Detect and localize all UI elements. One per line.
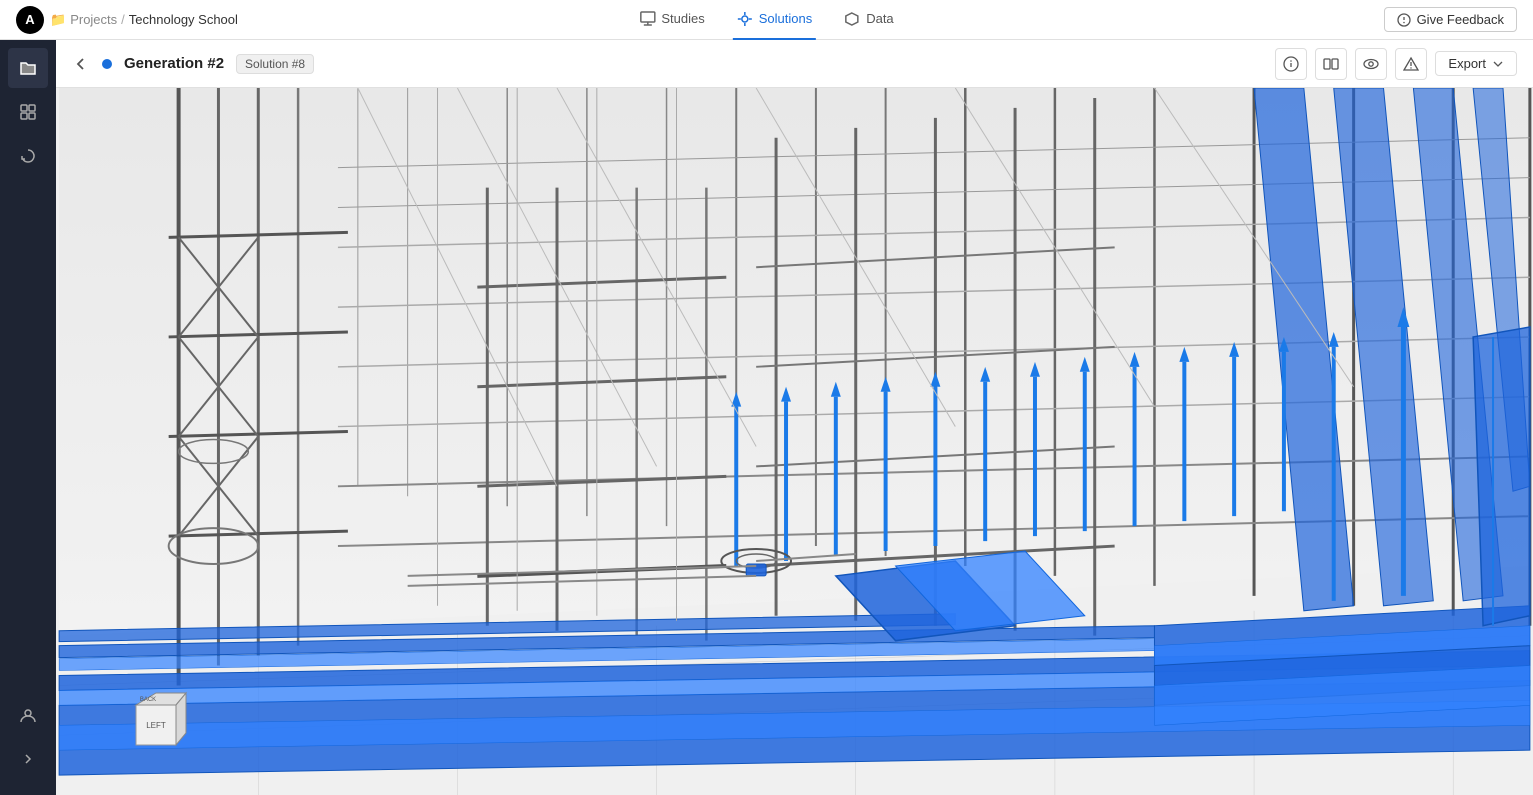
sub-header-actions: Export: [1275, 48, 1517, 80]
generation-status-dot: [102, 59, 112, 69]
info-button[interactable]: [1275, 48, 1307, 80]
export-chevron-icon: [1492, 58, 1504, 70]
sidebar-item-folder[interactable]: [8, 48, 48, 88]
refresh-icon: [19, 147, 37, 165]
svg-text:LEFT: LEFT: [146, 721, 166, 730]
tab-solutions[interactable]: Solutions: [733, 0, 816, 40]
folder-icon: 📁: [50, 12, 66, 28]
tab-studies-label: Studies: [661, 11, 704, 26]
back-button[interactable]: [72, 55, 90, 73]
data-icon: [844, 11, 860, 27]
compare-button[interactable]: [1315, 48, 1347, 80]
sub-header: Generation #2 Solution #8: [56, 40, 1533, 88]
give-feedback-button[interactable]: Give Feedback: [1384, 7, 1517, 32]
sidebar: [0, 40, 56, 795]
top-navigation: A 📁 Projects / Technology School Studies: [0, 0, 1533, 40]
viewport-canvas: LEFT BACK: [56, 88, 1533, 795]
feedback-icon: [1397, 13, 1411, 27]
sidebar-item-refresh[interactable]: [8, 136, 48, 176]
user-icon: [19, 706, 37, 724]
3d-viewport[interactable]: LEFT BACK: [56, 88, 1533, 795]
chevron-right-icon: [20, 751, 36, 767]
breadcrumb: 📁 Projects / Technology School: [50, 12, 238, 28]
3d-scene: [56, 88, 1533, 795]
grid-icon: [19, 103, 37, 121]
warning-button[interactable]: [1395, 48, 1427, 80]
export-label: Export: [1448, 56, 1486, 71]
eye-icon: [1363, 56, 1379, 72]
generation-title: Generation #2: [124, 55, 224, 72]
tab-data-label: Data: [866, 11, 893, 26]
autodesk-logo: A: [16, 6, 44, 34]
content-panel: Generation #2 Solution #8: [56, 40, 1533, 795]
sidebar-bottom: [8, 695, 48, 787]
folder-icon: [19, 59, 37, 77]
solution-badge: Solution #8: [236, 54, 314, 74]
arrow-left-icon: [72, 55, 90, 73]
studies-icon: [639, 11, 655, 27]
navigation-cube[interactable]: LEFT BACK: [116, 685, 196, 765]
breadcrumb-current: Technology School: [129, 12, 238, 27]
sidebar-expand-button[interactable]: [8, 739, 48, 779]
warning-icon: [1403, 56, 1419, 72]
tab-solutions-label: Solutions: [759, 11, 812, 26]
sidebar-item-grid[interactable]: [8, 92, 48, 132]
projects-link[interactable]: Projects: [70, 12, 117, 27]
solutions-icon: [737, 11, 753, 27]
sidebar-user-icon[interactable]: [8, 695, 48, 735]
info-icon: [1283, 56, 1299, 72]
nav-cube-svg: LEFT BACK: [116, 685, 196, 765]
tab-data[interactable]: Data: [840, 0, 897, 40]
export-button[interactable]: Export: [1435, 51, 1517, 76]
view-button[interactable]: [1355, 48, 1387, 80]
top-nav-tabs: Studies Solutions Data: [635, 0, 897, 40]
svg-text:BACK: BACK: [140, 697, 156, 703]
main-area: Generation #2 Solution #8: [0, 40, 1533, 795]
tab-studies[interactable]: Studies: [635, 0, 708, 40]
compare-icon: [1323, 56, 1339, 72]
breadcrumb-separator: /: [121, 12, 125, 27]
top-nav-right: Give Feedback: [1384, 7, 1517, 32]
